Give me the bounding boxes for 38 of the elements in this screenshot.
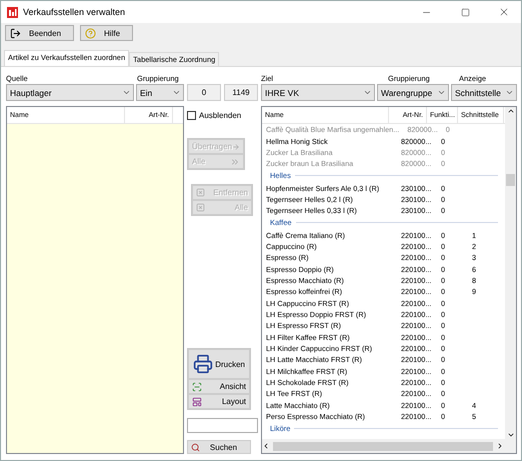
print-button[interactable]: Drucken [188,349,250,379]
toolbar-button[interactable]: Beenden [5,25,74,41]
count-field: 1149 [224,84,258,101]
scroll-up-icon[interactable] [506,107,514,115]
search-field[interactable] [187,418,258,433]
source-dropdown[interactable]: Hauptlager [6,84,134,101]
layout-icon [192,396,202,406]
grouping-dropdown[interactable]: Warengruppe [377,84,449,101]
window-title: Verkaufsstellen verwalten [23,7,126,17]
maximize-icon[interactable] [460,8,470,16]
close-icon[interactable] [498,6,510,18]
display-dropdown[interactable]: Schnittstelle [451,84,517,101]
scrollbar-thumb[interactable] [506,174,515,186]
help-icon [85,28,96,38]
scroll-left-icon[interactable] [262,442,270,450]
exit-icon [10,28,21,38]
scroll-down-icon[interactable] [506,431,514,439]
remove-icon [196,203,205,212]
checkbox[interactable] [187,111,196,120]
vertical-scrollbar[interactable] [505,107,516,439]
search-button[interactable]: Suchen [187,440,251,454]
search-icon [191,442,200,452]
toolbar-button[interactable]: Hilfe [80,25,134,41]
app-icon [7,6,18,18]
scrollbar-thumb[interactable] [273,442,493,450]
arrow-right-icon [232,142,240,152]
printer-icon [193,354,213,374]
remove-icon [196,188,205,197]
checkbox-label: Ausblenden [199,111,242,120]
double-chevron-icon [230,156,240,166]
horizontal-scrollbar[interactable] [262,439,516,453]
print-button[interactable]: Layout [188,394,250,409]
target-dropdown[interactable]: IHRE VK [261,84,375,101]
preview-icon [192,382,202,392]
scroll-right-icon[interactable] [496,442,504,450]
count-field: 0 [187,84,221,101]
print-button[interactable]: Ansicht [188,379,250,394]
grouping-dropdown[interactable]: Ein [136,84,184,101]
